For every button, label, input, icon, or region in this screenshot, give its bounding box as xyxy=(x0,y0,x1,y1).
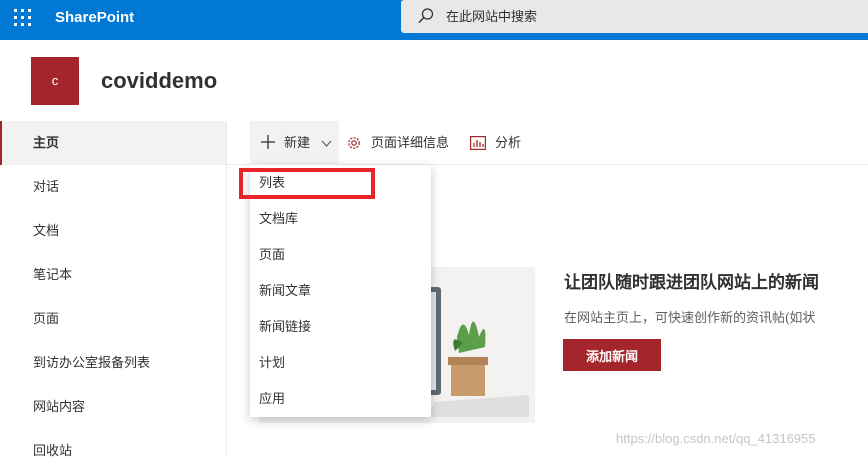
new-button[interactable]: 新建 xyxy=(250,121,339,165)
site-title[interactable]: coviddemo xyxy=(101,68,217,94)
left-navigation: 主页 对话 文档 笔记本 页面 到访办公室报备列表 网站内容 回收站 xyxy=(0,121,227,458)
plus-icon xyxy=(261,135,275,149)
menu-item-page[interactable]: 页面 xyxy=(250,237,431,273)
gear-icon xyxy=(348,137,360,149)
menu-item-document-library[interactable]: 文档库 xyxy=(250,201,431,237)
new-button-label: 新建 xyxy=(284,135,311,150)
nav-item-office-visit-list[interactable]: 到访办公室报备列表 xyxy=(0,341,226,385)
site-logo[interactable]: c xyxy=(31,57,79,105)
page-details-button[interactable]: 页面详细信息 xyxy=(346,121,449,165)
search-input[interactable]: 在此网站中搜索 xyxy=(401,0,868,33)
brand-label[interactable]: SharePoint xyxy=(55,9,134,27)
chevron-down-icon xyxy=(321,140,332,147)
menu-item-plan[interactable]: 计划 xyxy=(250,345,431,381)
nav-item-recycle-bin[interactable]: 回收站 xyxy=(0,429,226,458)
suite-bar: SharePoint 在此网站中搜索 xyxy=(0,0,868,40)
nav-item-pages[interactable]: 页面 xyxy=(0,297,226,341)
menu-item-list[interactable]: 列表 xyxy=(250,165,431,201)
menu-item-app[interactable]: 应用 xyxy=(250,381,431,417)
new-dropdown-menu: 列表 文档库 页面 新闻文章 新闻链接 计划 应用 xyxy=(250,165,431,417)
news-hero-description: 在网站主页上，可快速创作新的资讯帖(如状 xyxy=(564,310,816,325)
search-icon xyxy=(418,8,434,23)
page-details-label: 页面详细信息 xyxy=(371,135,450,150)
analytics-icon xyxy=(470,136,486,150)
search-placeholder: 在此网站中搜索 xyxy=(446,9,538,24)
menu-item-news-post[interactable]: 新闻文章 xyxy=(250,273,431,309)
news-hero-title: 让团队随时跟进团队网站上的新闻 xyxy=(564,273,819,292)
nav-item-notebook[interactable]: 笔记本 xyxy=(0,253,226,297)
menu-item-news-link[interactable]: 新闻链接 xyxy=(250,309,431,345)
command-bar: 新建 页面详细信息 分析 xyxy=(227,121,868,165)
nav-item-home[interactable]: 主页 xyxy=(0,121,226,165)
analytics-label: 分析 xyxy=(495,135,522,150)
app-launcher-icon[interactable] xyxy=(14,9,34,29)
nav-item-documents[interactable]: 文档 xyxy=(0,209,226,253)
analytics-button[interactable]: 分析 xyxy=(470,121,521,165)
watermark: https://blog.csdn.net/qq_41316955 xyxy=(616,431,816,446)
nav-item-site-contents[interactable]: 网站内容 xyxy=(0,385,226,429)
nav-item-conversations[interactable]: 对话 xyxy=(0,165,226,209)
add-news-button[interactable]: 添加新闻 xyxy=(563,339,661,371)
